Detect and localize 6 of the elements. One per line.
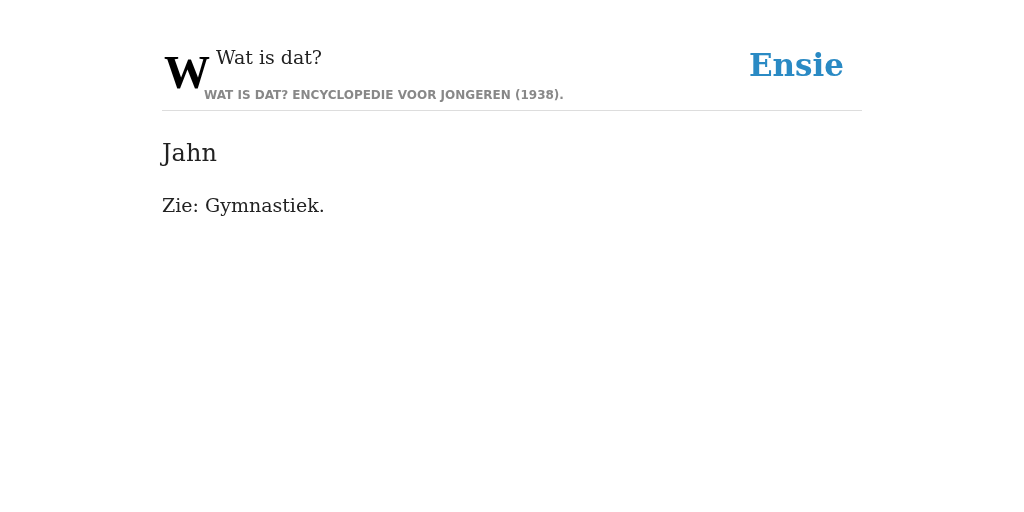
article-title: Jahn [162, 137, 218, 169]
logo-icon[interactable]: W [164, 50, 204, 96]
site-title[interactable]: Wat is dat? [216, 46, 749, 70]
site-subtitle: WAT IS DAT? ENCYCLOPEDIE VOOR JONGEREN (1938). [204, 87, 565, 104]
article-body: Zie: Gymnastiek. [162, 192, 326, 218]
brand-logo[interactable]: Ensie [748, 50, 844, 81]
